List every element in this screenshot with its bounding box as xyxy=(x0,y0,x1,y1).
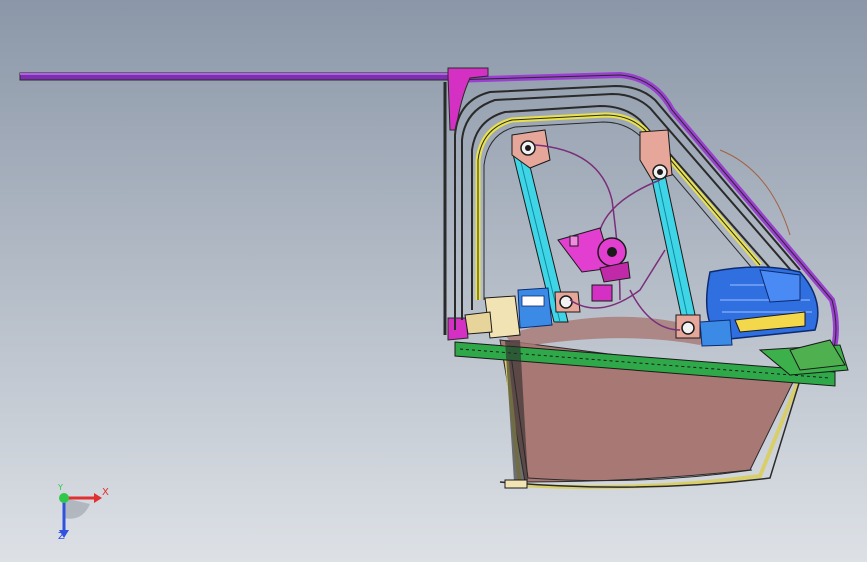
lower-pulley-bracket-right[interactable] xyxy=(675,314,701,339)
cad-model-canvas[interactable] xyxy=(0,0,867,562)
cad-viewport[interactable]: X Y Z xyxy=(0,0,867,562)
y-axis-point xyxy=(59,493,69,503)
roof-rail[interactable] xyxy=(19,72,453,81)
lower-pulley-bracket-left[interactable] xyxy=(554,291,581,313)
glass-clamp-left[interactable] xyxy=(517,287,553,329)
glass-bottom-tab xyxy=(504,479,528,489)
y-axis-label: Y xyxy=(58,483,63,492)
glass-clamp-right[interactable] xyxy=(699,319,733,347)
x-axis-label: X xyxy=(102,487,109,498)
z-axis-label: Z xyxy=(58,531,65,542)
